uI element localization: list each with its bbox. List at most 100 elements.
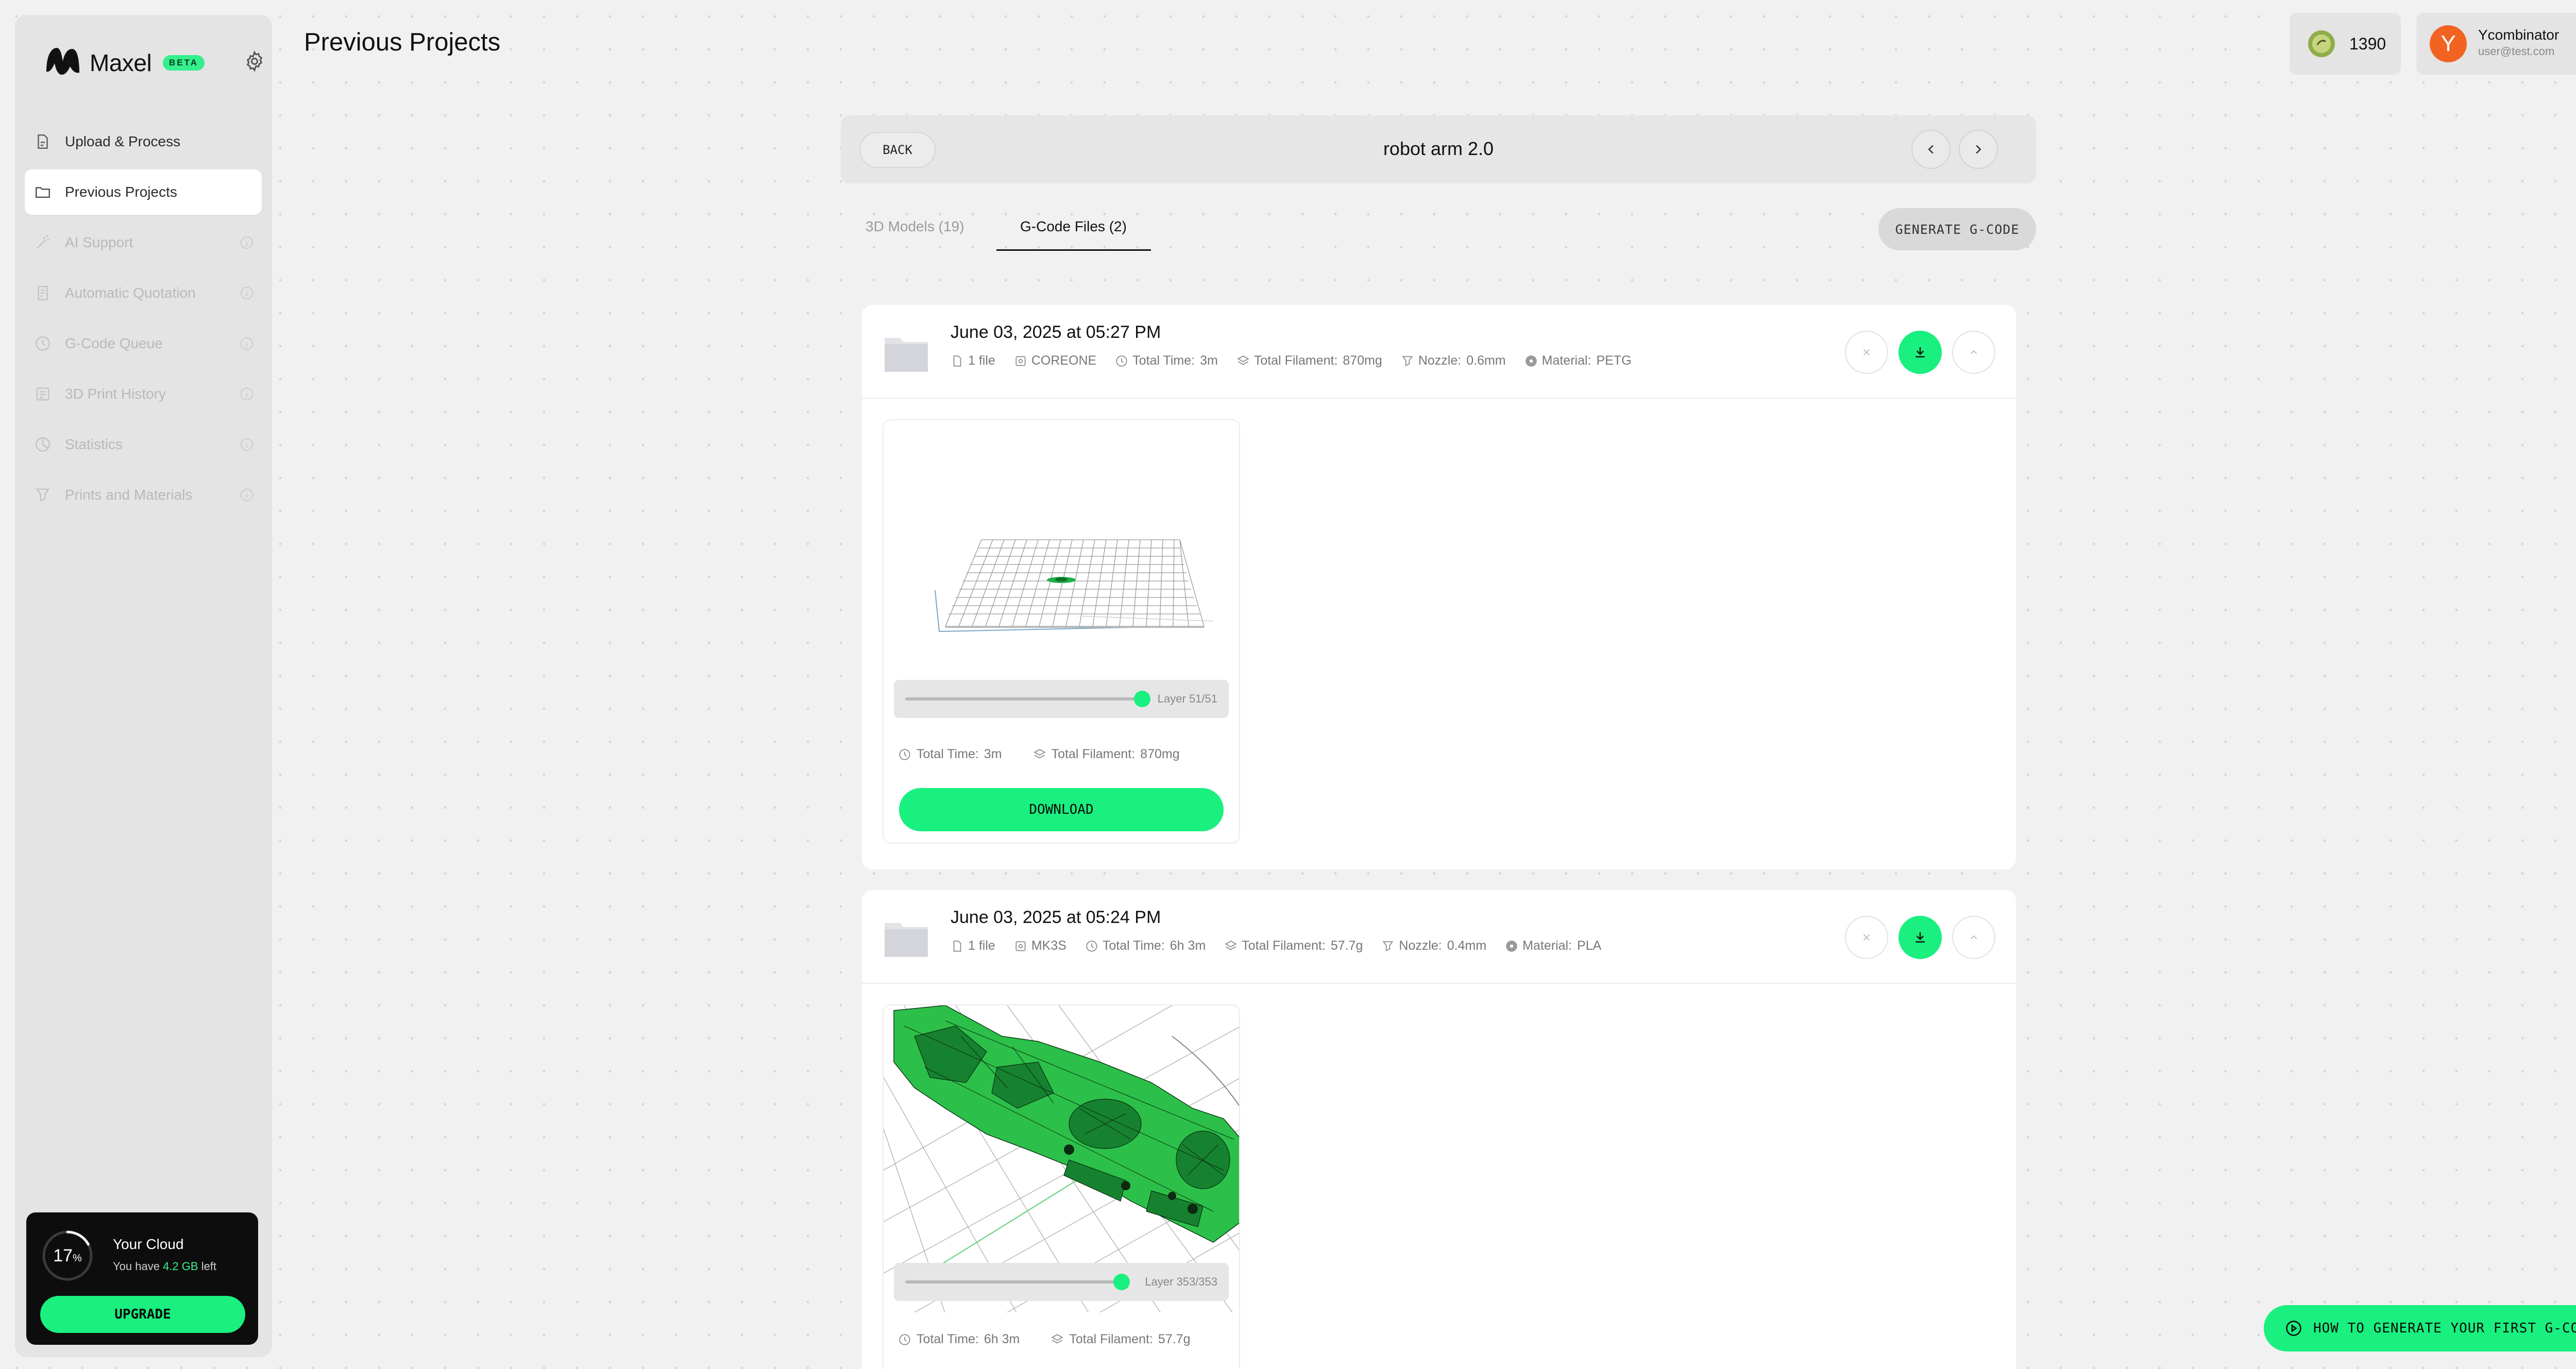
- play-circle-icon: [2286, 1321, 2301, 1336]
- tab-gcode-files[interactable]: G-Code Files (2): [1020, 218, 1127, 235]
- app-name: Maxel: [90, 49, 152, 76]
- info-icon: [240, 236, 253, 249]
- storage-percent: 17%: [53, 1245, 82, 1265]
- sidebar-item-label: G-Code Queue: [65, 335, 163, 351]
- collapse-button[interactable]: [1952, 916, 1995, 959]
- user-menu[interactable]: Y Ycombinator user@test.com: [2416, 13, 2576, 75]
- close-icon: [1863, 934, 1870, 941]
- download-gcode-button[interactable]: [1899, 916, 1942, 959]
- total-time: Total Time: 3m: [1115, 353, 1218, 368]
- file-icon: [953, 940, 961, 952]
- clock-icon: [1116, 355, 1127, 367]
- previous-project-button[interactable]: [1911, 130, 1951, 169]
- layer-label: Layer 51/51: [1157, 692, 1217, 705]
- material: Material: PLA: [1505, 938, 1601, 953]
- gcode-preview-tile: Layer 353/353 Total Time: 6h 3m Total Fil…: [883, 1004, 1240, 1369]
- gcode-meta: 1 file MK3S Total Time: 6h 3m Total Filam…: [951, 938, 1620, 953]
- settings-gear-icon[interactable]: [243, 50, 266, 73]
- layer-slider-track: [905, 697, 1142, 700]
- gcode-card-header[interactable]: June 03, 2025 at 05:27 PM 1 file COREONE…: [862, 305, 2016, 399]
- cloud-title: Your Cloud: [113, 1236, 184, 1252]
- layer-slider-knob[interactable]: [1113, 1274, 1130, 1290]
- clock-icon: [36, 336, 50, 351]
- clock-icon: [899, 748, 910, 760]
- material: Material: PETG: [1524, 353, 1632, 368]
- page-title: Previous Projects: [304, 28, 501, 56]
- layers-icon: [1033, 748, 1046, 758]
- next-project-button[interactable]: [1959, 130, 1998, 169]
- maxel-logo-icon: [46, 48, 79, 75]
- layer-slider[interactable]: Layer 51/51: [894, 680, 1229, 718]
- sidebar-item-upload-process[interactable]: Upload & Process: [25, 119, 262, 164]
- layers-icon: [1237, 355, 1249, 365]
- gcode-3d-preview[interactable]: Layer 51/51: [884, 420, 1239, 727]
- download-gcode-button[interactable]: [1899, 331, 1942, 374]
- gcode-file-card: June 03, 2025 at 05:27 PM 1 file COREONE…: [862, 305, 2016, 869]
- magic-wand-icon: [36, 235, 49, 249]
- gcode-card-header[interactable]: June 03, 2025 at 05:24 PM 1 file MK3S To…: [862, 890, 2016, 984]
- info-icon: [240, 488, 253, 502]
- sidebar-item-statistics[interactable]: Statistics: [25, 422, 262, 467]
- sidebar-item-label: AI Support: [65, 234, 133, 250]
- collapse-button[interactable]: [1952, 331, 1995, 374]
- chevron-up-icon: [1970, 350, 1977, 354]
- user-name: Ycombinator: [2478, 27, 2560, 43]
- quotation-icon: [38, 286, 48, 300]
- download-icon: [1916, 347, 1925, 357]
- total-time: Total Time: 6h 3m: [898, 1332, 1020, 1347]
- total-filament: Total Filament: 57.7g: [1224, 938, 1363, 953]
- chevron-right-icon: [1976, 145, 1981, 154]
- project-bar: BACK robot arm 2.0: [841, 115, 2036, 183]
- layers-icon: [1051, 1333, 1063, 1343]
- layers-icon: [1225, 940, 1237, 950]
- printer-icon: [1015, 940, 1026, 951]
- sidebar-item-prints-materials[interactable]: Prints and Materials: [25, 472, 262, 518]
- printer-icon: [1015, 355, 1026, 366]
- chevron-left-icon: [1928, 145, 1934, 154]
- sidebar-item-previous-projects[interactable]: Previous Projects: [25, 169, 262, 215]
- sidebar: Maxel BETA Upload & Process Previous Pro…: [15, 15, 272, 1357]
- material-icon: [1525, 355, 1537, 367]
- cloud-remaining: You have 4.2 GB left: [113, 1260, 217, 1273]
- sidebar-item-label: 3D Print History: [65, 386, 166, 402]
- file-count: 1 file: [951, 353, 995, 368]
- info-icon: [240, 438, 253, 451]
- project-name: robot arm 2.0: [1383, 138, 1494, 159]
- tile-stats: Total Time: 6h 3m Total Filament: 57.7g: [898, 1332, 1221, 1347]
- chevron-up-icon: [1970, 935, 1977, 939]
- avatar: Y: [2430, 25, 2467, 62]
- total-filament: Total Filament: 870mg: [1033, 747, 1180, 762]
- nozzle-icon: [36, 488, 50, 502]
- layer-slider[interactable]: Layer 353/353: [894, 1263, 1229, 1301]
- total-filament: Total Filament: 870mg: [1236, 353, 1382, 368]
- sidebar-item-ai-support[interactable]: AI Support: [25, 220, 262, 265]
- sidebar-item-3d-print-history[interactable]: 3D Print History: [25, 371, 262, 417]
- download-icon: [1916, 932, 1925, 943]
- brand: Maxel BETA: [30, 45, 267, 78]
- printer-model: MK3S: [1014, 938, 1066, 953]
- how-to-generate-gcode-button[interactable]: HOW TO GENERATE YOUR FIRST G-CODE: [2264, 1305, 2576, 1351]
- sidebar-item-label: Statistics: [65, 436, 123, 452]
- generate-gcode-button[interactable]: GENERATE G-CODE: [1878, 208, 2036, 250]
- sidebar-item-gcode-queue[interactable]: G-Code Queue: [25, 321, 262, 366]
- history-icon: [36, 387, 49, 401]
- active-tab-indicator: [996, 249, 1151, 251]
- tab-3d-models[interactable]: 3D Models (19): [866, 218, 964, 235]
- info-icon: [240, 337, 253, 350]
- gcode-3d-preview[interactable]: Layer 353/353: [884, 1005, 1239, 1312]
- credits-counter[interactable]: 1390: [2290, 13, 2401, 75]
- upload-file-icon: [38, 134, 48, 149]
- sidebar-item-automatic-quotation[interactable]: Automatic Quotation: [25, 270, 262, 316]
- coin-icon: [2308, 30, 2335, 57]
- info-icon: [240, 286, 253, 300]
- build-plate-grid: [935, 539, 1214, 632]
- layer-slider-knob[interactable]: [1134, 691, 1150, 707]
- upgrade-button[interactable]: UPGRADE: [40, 1296, 245, 1333]
- delete-gcode-button[interactable]: [1845, 331, 1888, 374]
- beta-badge: BETA: [163, 55, 205, 71]
- credits-value: 1390: [2349, 34, 2386, 53]
- download-button[interactable]: DOWNLOAD: [899, 788, 1224, 831]
- folder-icon: [36, 187, 50, 198]
- gcode-preview-tile: Layer 51/51 Total Time: 3m Total Filament…: [883, 419, 1240, 844]
- delete-gcode-button[interactable]: [1845, 916, 1888, 959]
